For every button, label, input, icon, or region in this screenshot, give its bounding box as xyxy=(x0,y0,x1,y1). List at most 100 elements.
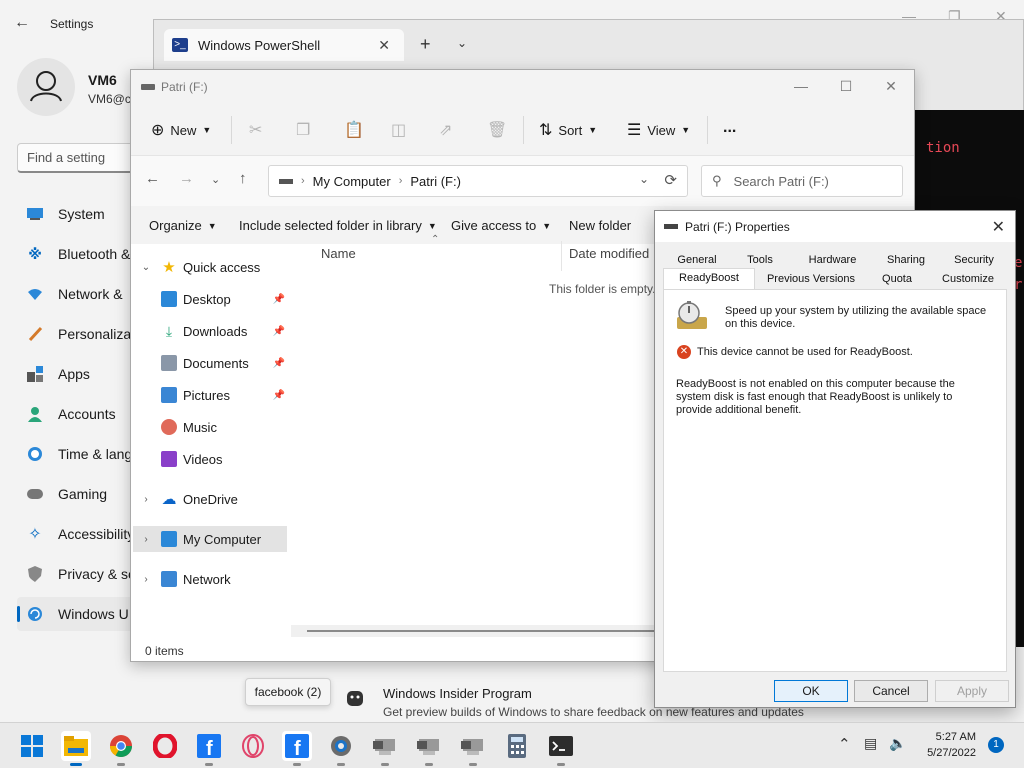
column-divider[interactable] xyxy=(561,241,562,271)
organize-button[interactable]: Organize ▼ xyxy=(149,218,217,233)
tab-security[interactable]: Security xyxy=(941,251,1007,269)
breadcrumb-mycomputer[interactable]: My Computer xyxy=(313,174,391,189)
show-hidden-icons-chevron-icon[interactable]: ⌃ xyxy=(838,735,851,753)
new-tab-icon[interactable]: + xyxy=(420,34,431,55)
back-arrow-icon[interactable]: ← xyxy=(145,170,160,187)
tab-readyboost[interactable]: ReadyBoost xyxy=(663,268,755,290)
tree-documents[interactable]: Documents 📌 xyxy=(161,350,287,376)
taskbar-facebook[interactable]: f xyxy=(194,731,224,766)
chevron-down-icon[interactable]: ⌄ xyxy=(139,262,153,273)
taskbar-terminal[interactable] xyxy=(546,731,576,766)
update-icon xyxy=(26,605,44,623)
view-button[interactable]: ☰ View ▼ xyxy=(627,118,690,142)
network-display-icon[interactable]: ▤ xyxy=(864,735,877,752)
taskbar-file-explorer[interactable] xyxy=(61,731,91,766)
readyboost-description: Speed up your system by utilizing the av… xyxy=(725,305,987,330)
tree-videos[interactable]: Videos xyxy=(161,446,287,472)
tree-quick-access[interactable]: ⌄ ★ Quick access xyxy=(139,254,287,280)
taskbar-settings[interactable] xyxy=(326,731,356,766)
tab-windows-powershell[interactable]: >_ Windows PowerShell ✕ xyxy=(164,29,404,61)
column-name[interactable]: Name xyxy=(321,246,356,261)
taskbar-opera-gx[interactable] xyxy=(238,731,268,761)
clock[interactable]: 5:27 AM 5/27/2022 xyxy=(918,729,976,761)
tab-sharing[interactable]: Sharing xyxy=(873,251,939,269)
tree-music[interactable]: Music xyxy=(161,414,287,440)
tab-quota[interactable]: Quota xyxy=(867,270,927,288)
address-bar[interactable]: › My Computer › Patri (F:) ⌄ ⟳ xyxy=(268,165,688,197)
share-icon[interactable]: ⇗ xyxy=(439,118,458,142)
new-folder-button[interactable]: New folder xyxy=(569,218,631,233)
sort-button[interactable]: ⇅ Sort ▼ xyxy=(539,118,597,142)
nav-label: Time & lang xyxy=(58,446,133,462)
notification-badge[interactable]: 1 xyxy=(988,737,1004,753)
volume-icon[interactable]: 🔈 xyxy=(889,735,906,752)
breadcrumb-separator-icon: › xyxy=(398,175,403,187)
taskbar-vm-1[interactable] xyxy=(370,731,400,766)
taskbar-vm-3[interactable] xyxy=(458,731,488,766)
rename-icon[interactable]: ◫ xyxy=(391,118,412,142)
plus-circle-icon: ⊕ xyxy=(151,122,165,139)
close-tab-icon[interactable]: ✕ xyxy=(378,37,390,54)
pin-icon[interactable]: 📌 xyxy=(273,294,285,305)
taskbar-opera[interactable] xyxy=(150,731,180,761)
dialog-title-bar[interactable]: Patri (F:) Properties ✕ xyxy=(655,211,1015,242)
tree-downloads[interactable]: ⤓ Downloads 📌 xyxy=(161,318,287,344)
scrollbar-thumb[interactable] xyxy=(307,630,657,632)
up-arrow-icon[interactable]: ↑ xyxy=(239,170,247,187)
clock-date: 5/27/2022 xyxy=(927,747,976,759)
gamepad-icon xyxy=(26,485,44,503)
taskbar-tooltip: facebook (2) xyxy=(245,678,331,706)
taskbar-chrome[interactable] xyxy=(106,731,136,766)
tab-hardware[interactable]: Hardware xyxy=(795,251,870,269)
tab-general[interactable]: General xyxy=(665,251,729,269)
tab-tools[interactable]: Tools xyxy=(731,251,789,269)
delete-icon[interactable]: 🗑 xyxy=(487,118,513,142)
new-button[interactable]: ⊕ New ▼ xyxy=(151,118,211,142)
taskbar-calculator[interactable] xyxy=(502,731,532,761)
tree-network[interactable]: › Network xyxy=(139,566,287,592)
tree-label: Videos xyxy=(183,451,223,467)
cancel-button[interactable]: Cancel xyxy=(854,680,928,702)
refresh-icon[interactable]: ⟳ xyxy=(664,171,677,189)
chevron-right-icon[interactable]: › xyxy=(139,574,153,585)
pin-icon[interactable]: 📌 xyxy=(273,358,285,369)
include-in-library-button[interactable]: Include selected folder in library ▼ xyxy=(239,218,437,233)
cut-icon[interactable]: ✂ xyxy=(249,118,268,142)
tree-desktop[interactable]: Desktop 📌 xyxy=(161,286,287,312)
tree-my-computer[interactable]: › My Computer xyxy=(133,526,287,552)
taskbar-vm-2[interactable] xyxy=(414,731,444,766)
taskbar-facebook-2[interactable]: f xyxy=(282,731,312,766)
minimize-icon[interactable]: — xyxy=(791,78,811,94)
bluetooth-icon: ※ xyxy=(28,245,42,262)
start-button[interactable] xyxy=(17,731,47,761)
forward-arrow-icon[interactable]: → xyxy=(179,170,194,187)
avatar[interactable] xyxy=(17,58,75,116)
copy-icon[interactable]: ❐ xyxy=(296,118,316,142)
chevron-right-icon[interactable]: › xyxy=(139,494,153,505)
chevron-right-icon[interactable]: › xyxy=(139,534,153,545)
back-arrow-icon[interactable]: ← xyxy=(14,14,34,34)
maximize-icon[interactable]: ☐ xyxy=(836,78,856,95)
chevron-down-icon[interactable]: ⌄ xyxy=(639,172,649,186)
chevron-down-icon: ▼ xyxy=(588,125,598,135)
pin-icon[interactable]: 📌 xyxy=(273,390,285,401)
chevron-down-icon[interactable]: ⌄ xyxy=(457,36,467,50)
sort-label: Sort xyxy=(558,122,583,138)
apply-button[interactable]: Apply xyxy=(935,680,1009,702)
close-icon[interactable]: ✕ xyxy=(881,78,901,95)
paste-icon[interactable]: 📋 xyxy=(344,118,370,142)
close-icon[interactable]: ✕ xyxy=(992,217,1005,237)
tree-onedrive[interactable]: › ☁ OneDrive xyxy=(139,486,287,512)
breadcrumb-drive[interactable]: Patri (F:) xyxy=(410,174,461,189)
more-options-button[interactable]: ... xyxy=(723,116,736,140)
give-access-button[interactable]: Give access to ▼ xyxy=(451,218,551,233)
tab-previous-versions[interactable]: Previous Versions xyxy=(759,270,863,288)
recent-chevron-icon[interactable]: ⌄ xyxy=(211,173,220,186)
tree-pictures[interactable]: Pictures 📌 xyxy=(161,382,287,408)
search-input[interactable]: ⚲ Search Patri (F:) xyxy=(701,165,903,197)
tab-customize[interactable]: Customize xyxy=(931,270,1005,288)
pin-icon[interactable]: 📌 xyxy=(273,326,285,337)
column-date-modified[interactable]: Date modified xyxy=(569,246,649,261)
ok-button[interactable]: OK xyxy=(774,680,848,702)
empty-folder-message: This folder is empty. xyxy=(549,282,656,296)
